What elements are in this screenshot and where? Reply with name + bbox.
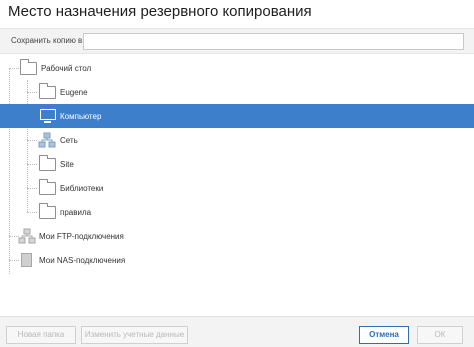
destination-tree: Рабочий стол Eugene Компьютер Сеть Site … <box>0 56 474 316</box>
button-bar: Новая папка Изменить учетные данные Отме… <box>0 316 474 347</box>
tree-item-eugene[interactable]: Eugene <box>0 80 474 104</box>
tree-item-label: Сеть <box>60 136 78 145</box>
save-to-bar: Сохранить копию в: <box>0 28 474 54</box>
ftp-network-icon <box>18 228 36 244</box>
network-icon <box>38 132 56 148</box>
folder-icon <box>39 179 56 195</box>
tree-item-label: Мои FTP-подключения <box>39 232 124 241</box>
tree-item-label: Eugene <box>60 88 88 97</box>
tree-item-label: правила <box>60 208 92 217</box>
tree-item-ftp[interactable]: Мои FTP-подключения <box>0 224 474 248</box>
dialog-title: Место назначения резервного копирования <box>8 3 312 20</box>
tree-item-nas[interactable]: Мои NAS-подключения <box>0 248 474 272</box>
tree-item-label: Рабочий стол <box>41 64 92 73</box>
new-folder-button[interactable]: Новая папка <box>6 326 76 344</box>
ok-button[interactable]: ОК <box>417 326 463 344</box>
tree-item-libraries[interactable]: Библиотеки <box>0 176 474 200</box>
folder-icon <box>39 155 56 171</box>
folder-icon <box>39 83 56 99</box>
tree-item-label: Библиотеки <box>60 184 104 193</box>
save-to-label: Сохранить копию в: <box>11 36 85 45</box>
tree-item-label: Компьютер <box>60 112 102 121</box>
tree-item-network[interactable]: Сеть <box>0 128 474 152</box>
cancel-button[interactable]: Отмена <box>359 326 409 344</box>
tree-item-label: Site <box>60 160 74 169</box>
tree-item-site[interactable]: Site <box>0 152 474 176</box>
tree-item-computer[interactable]: Компьютер <box>0 104 474 128</box>
folder-icon <box>20 59 37 75</box>
edit-credentials-button[interactable]: Изменить учетные данные <box>81 326 188 344</box>
save-to-input[interactable] <box>83 33 464 50</box>
nas-icon <box>21 253 32 267</box>
folder-icon <box>39 203 56 219</box>
computer-icon <box>40 109 56 123</box>
tree-item-rules[interactable]: правила <box>0 200 474 224</box>
tree-item-desktop[interactable]: Рабочий стол <box>0 56 474 80</box>
tree-item-label: Мои NAS-подключения <box>39 256 126 265</box>
